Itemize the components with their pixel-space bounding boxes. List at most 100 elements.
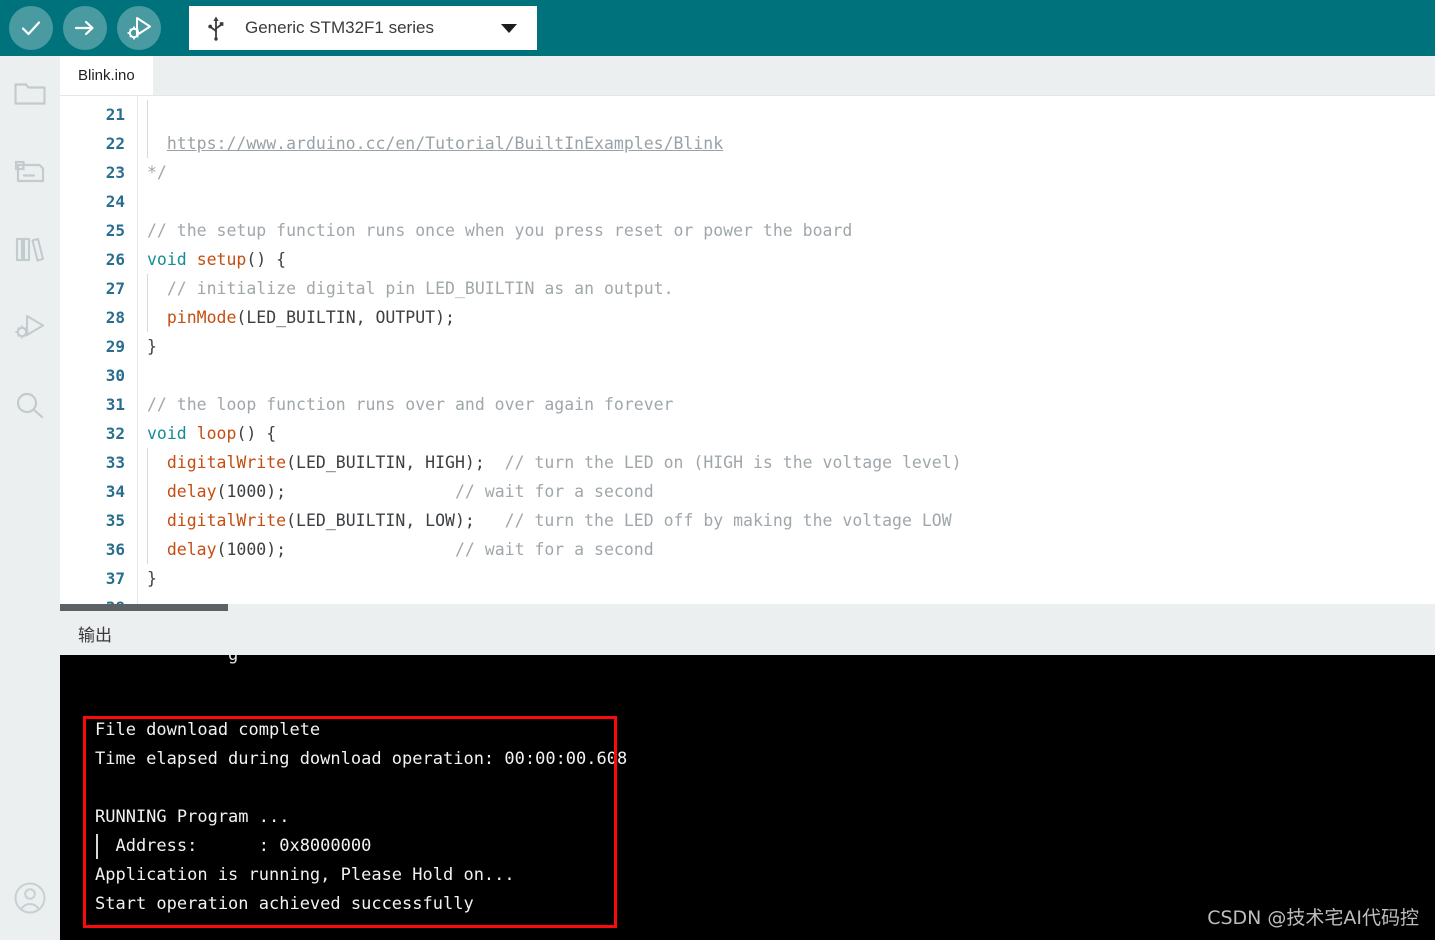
code-token: digitalWrite bbox=[166, 511, 287, 530]
code-token: (1000); bbox=[216, 482, 455, 501]
debug-icon bbox=[13, 312, 47, 347]
code-token: // the loop function runs over and over … bbox=[147, 395, 674, 414]
code-line[interactable]: digitalWrite(LED_BUILTIN, LOW); // turn … bbox=[138, 506, 1435, 535]
books-icon bbox=[13, 234, 47, 269]
sidebar-item-account[interactable] bbox=[0, 860, 60, 940]
code-token: (LED_BUILTIN, OUTPUT); bbox=[236, 308, 455, 327]
scrollbar-thumb[interactable] bbox=[60, 604, 228, 611]
code-token: (LED_BUILTIN, LOW); bbox=[286, 511, 505, 530]
code-line[interactable]: // the setup function runs once when you… bbox=[138, 216, 1435, 245]
toolbar-button-group bbox=[9, 6, 161, 50]
code-line[interactable]: digitalWrite(LED_BUILTIN, HIGH); // turn… bbox=[138, 448, 1435, 477]
code-line[interactable]: // the loop function runs over and over … bbox=[138, 390, 1435, 419]
code-token: digitalWrite bbox=[166, 453, 287, 472]
folder-icon bbox=[13, 78, 47, 113]
code-token: } bbox=[147, 569, 157, 588]
code-line[interactable]: void setup() { bbox=[138, 245, 1435, 274]
code-token: (1000); bbox=[216, 540, 455, 559]
code-line[interactable] bbox=[138, 187, 1435, 216]
code-token: } bbox=[147, 337, 157, 356]
line-number: 35 bbox=[105, 511, 125, 530]
line-number: 27 bbox=[105, 279, 125, 298]
top-toolbar: Generic STM32F1 series bbox=[0, 0, 1435, 56]
console-line: Start operation achieved successfully bbox=[95, 894, 474, 914]
code-line[interactable]: delay(1000); // wait for a second bbox=[138, 477, 1435, 506]
sidebar-item-boards-manager[interactable] bbox=[0, 134, 60, 212]
code-line[interactable]: } bbox=[138, 564, 1435, 593]
code-line[interactable] bbox=[138, 593, 1435, 604]
sidebar-item-debug[interactable] bbox=[0, 290, 60, 368]
code-token: delay bbox=[166, 540, 217, 559]
code-line[interactable]: void loop() { bbox=[138, 419, 1435, 448]
console-output[interactable]: g File download complete Time elapsed dur… bbox=[60, 655, 1435, 940]
search-icon bbox=[13, 390, 47, 425]
code-token: setup bbox=[196, 250, 247, 269]
console-line: RUNNING Program ... bbox=[95, 807, 290, 827]
code-token: loop bbox=[196, 424, 237, 443]
output-panel: 输出 g File download complete Time elapsed … bbox=[60, 611, 1435, 940]
verify-button[interactable] bbox=[9, 6, 53, 50]
code-token: // wait for a second bbox=[454, 482, 654, 501]
code-token: () { bbox=[246, 250, 287, 269]
console-line: Time elapsed during download operation: … bbox=[95, 749, 628, 769]
line-number-gutter: 21 22 23 24 25 26 27 28 29 30 31 32 33 34 35 36 37 38 bbox=[60, 96, 138, 604]
sidebar-item-library-manager[interactable] bbox=[0, 212, 60, 290]
code-line[interactable]: delay(1000); // wait for a second bbox=[138, 535, 1435, 564]
code-line[interactable] bbox=[138, 361, 1435, 390]
code-lines[interactable]: https://www.arduino.cc/en/Tutorial/Built… bbox=[138, 96, 1435, 604]
editor-tab-blink[interactable]: Blink.ino bbox=[60, 56, 153, 95]
line-number: 25 bbox=[105, 221, 125, 240]
code-line[interactable]: } bbox=[138, 332, 1435, 361]
line-number: 32 bbox=[105, 424, 125, 443]
code-token: // turn the LED off by making the voltag… bbox=[504, 511, 952, 530]
code-editor[interactable]: 21 22 23 24 25 26 27 28 29 30 31 32 33 34 35 36 37 38 htt… bbox=[60, 96, 1435, 604]
activity-bar bbox=[0, 56, 60, 940]
code-token: // wait for a second bbox=[454, 540, 654, 559]
editor-area: Blink.ino 21 22 23 24 25 26 27 28 29 30 31 32 33 34 35… bbox=[60, 56, 1435, 611]
board-selector[interactable]: Generic STM32F1 series bbox=[189, 6, 537, 50]
line-number: 30 bbox=[105, 366, 125, 385]
editor-tabbar: Blink.ino bbox=[60, 56, 1435, 96]
code-line[interactable]: // initialize digital pin LED_BUILTIN as… bbox=[138, 274, 1435, 303]
console-line: Address: : 0x8000000 bbox=[95, 832, 627, 861]
line-number: 29 bbox=[105, 337, 125, 356]
usb-icon bbox=[205, 15, 227, 41]
check-icon bbox=[18, 15, 44, 41]
chevron-down-icon[interactable] bbox=[501, 23, 517, 33]
line-number: 36 bbox=[105, 540, 125, 559]
debug-button[interactable] bbox=[117, 6, 161, 50]
line-number: 38 bbox=[60, 593, 137, 604]
code-line[interactable]: */ bbox=[138, 158, 1435, 187]
code-line[interactable]: https://www.arduino.cc/en/Tutorial/Built… bbox=[138, 129, 1435, 158]
console-line-list: File download complete Time elapsed durin… bbox=[95, 716, 627, 919]
tab-output[interactable]: 输出 bbox=[78, 621, 112, 646]
code-token: delay bbox=[166, 482, 217, 501]
line-number: 22 bbox=[105, 134, 125, 153]
console-line: File download complete bbox=[95, 720, 321, 740]
sidebar-item-search[interactable] bbox=[0, 368, 60, 446]
console-line: Application is running, Please Hold on..… bbox=[95, 865, 515, 885]
upload-button[interactable] bbox=[63, 6, 107, 50]
code-line[interactable]: pinMode(LED_BUILTIN, OUTPUT); bbox=[138, 303, 1435, 332]
line-number: 24 bbox=[105, 192, 125, 211]
board-selector-value: Generic STM32F1 series bbox=[245, 18, 434, 37]
board-icon bbox=[13, 156, 47, 191]
debug-play-icon bbox=[125, 14, 153, 42]
code-line[interactable] bbox=[138, 100, 1435, 129]
code-token: */ bbox=[147, 163, 167, 182]
sidebar-item-sketchbook[interactable] bbox=[0, 56, 60, 134]
arrow-right-icon bbox=[72, 15, 98, 41]
line-number: 33 bbox=[105, 453, 125, 472]
line-number: 28 bbox=[105, 308, 125, 327]
line-number: 21 bbox=[105, 105, 125, 124]
editor-horizontal-scrollbar[interactable] bbox=[60, 604, 1435, 611]
code-token: () { bbox=[236, 424, 277, 443]
